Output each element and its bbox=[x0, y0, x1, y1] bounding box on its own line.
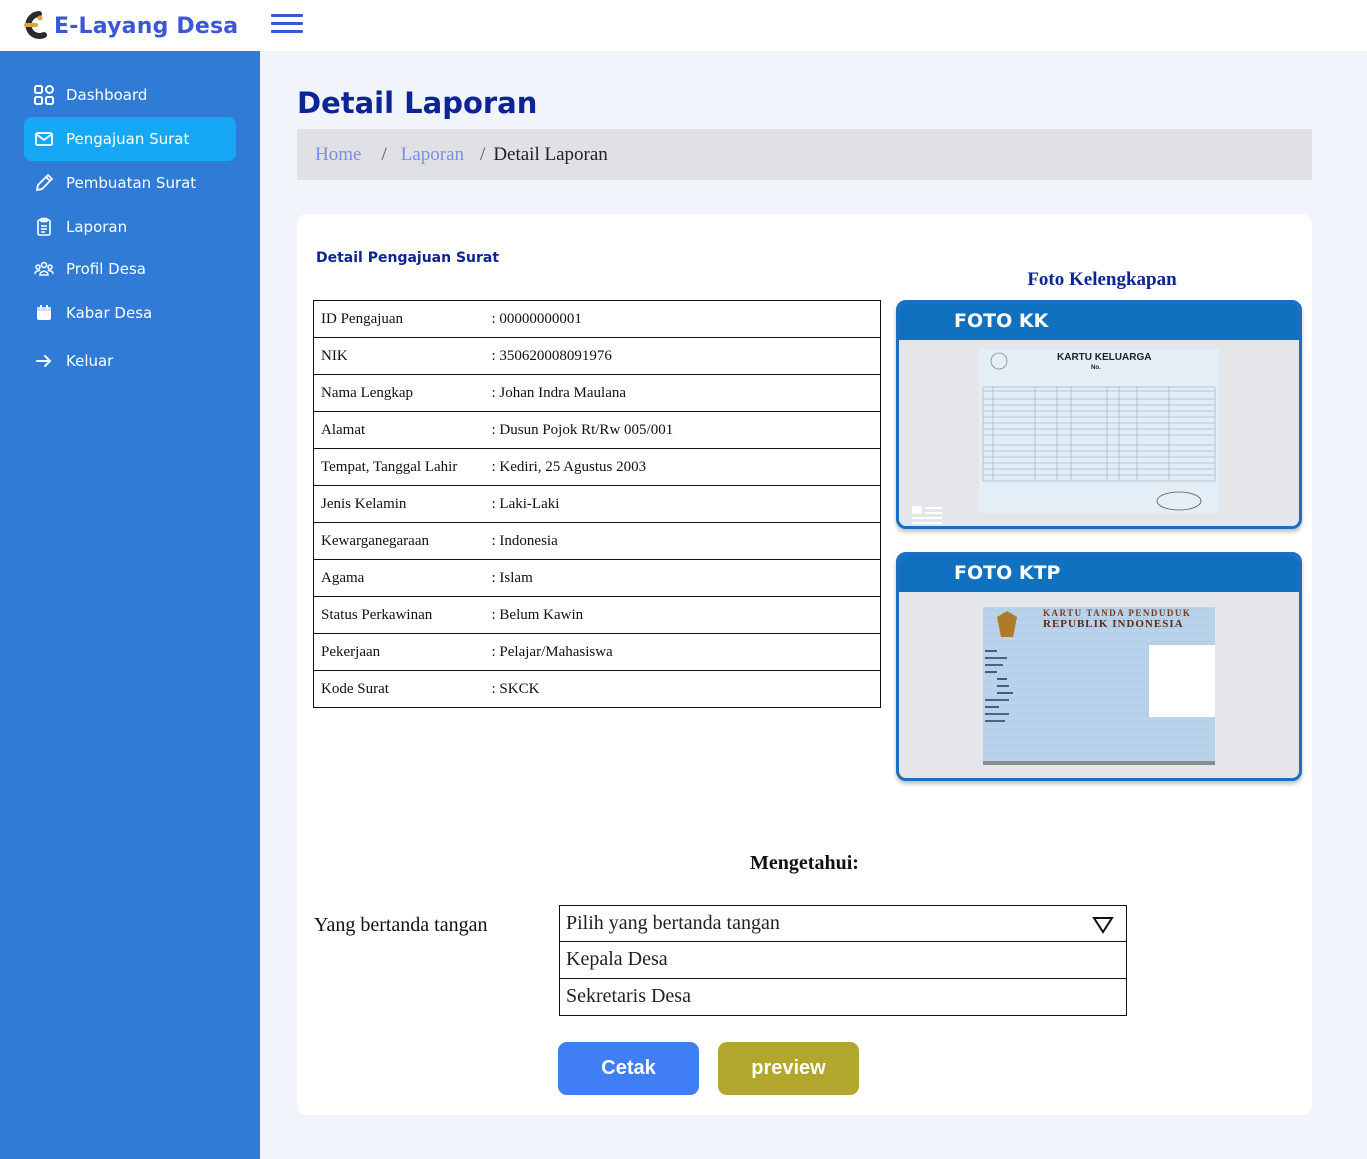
mengetahui-heading: Mengetahui: bbox=[750, 852, 859, 874]
field-label: Kewarganegaraan bbox=[313, 522, 492, 560]
field-label: Pekerjaan bbox=[313, 633, 492, 671]
table-row: Jenis Kelamin: Laki-Laki bbox=[313, 485, 881, 523]
sidebar-item-kabar-desa[interactable]: Kabar Desa bbox=[24, 291, 236, 335]
brand[interactable]: E-Layang Desa bbox=[22, 10, 238, 42]
breadcrumb-separator: / bbox=[381, 143, 387, 165]
table-row: ID Pengajuan: 00000000001 bbox=[313, 300, 881, 338]
table-row: Status Perkawinan: Belum Kawin bbox=[313, 596, 881, 634]
field-value: : Laki-Laki bbox=[491, 485, 881, 523]
clipboard-icon bbox=[34, 217, 54, 237]
field-value: : Pelajar/Mahasiswa bbox=[491, 633, 881, 671]
page-title: Detail Laporan bbox=[297, 86, 538, 120]
sidebar-item-pembuatan-surat[interactable]: Pembuatan Surat bbox=[24, 161, 236, 205]
field-label: Jenis Kelamin bbox=[313, 485, 492, 523]
field-value: : 00000000001 bbox=[491, 300, 881, 338]
sidebar-item-pengajuan-surat[interactable]: Pengajuan Surat bbox=[24, 117, 236, 161]
sidebar-item-label: Kabar Desa bbox=[66, 304, 153, 322]
ktp-doc-title-2: REPUBLIK INDONESIA bbox=[1043, 618, 1184, 630]
image-gallery-icon bbox=[912, 506, 942, 524]
field-value: : SKCK bbox=[491, 670, 881, 708]
table-row: Kewarganegaraan: Indonesia bbox=[313, 522, 881, 560]
top-bar: E-Layang Desa bbox=[0, 0, 1367, 51]
breadcrumb: Home / Laporan / Detail Laporan bbox=[297, 129, 1312, 180]
field-label: ID Pengajuan bbox=[313, 300, 492, 338]
detail-card: Detail Pengajuan Surat ID Pengajuan: 000… bbox=[297, 214, 1312, 1115]
field-label: Kode Surat bbox=[313, 670, 492, 708]
people-icon bbox=[34, 259, 54, 279]
cetak-button[interactable]: Cetak bbox=[558, 1042, 699, 1095]
sidebar-item-keluar[interactable]: Keluar bbox=[24, 339, 236, 383]
sidebar: Dashboard Pengajuan Surat Pembuatan Sura… bbox=[0, 51, 260, 1159]
foto-kk-card[interactable]: FOTO KK KARTU KELUARGA No. bbox=[896, 300, 1302, 529]
calendar-icon bbox=[34, 303, 54, 323]
field-label: Nama Lengkap bbox=[313, 374, 492, 412]
sidebar-item-label: Pembuatan Surat bbox=[66, 174, 197, 192]
signer-option-kepala-desa[interactable]: Kepala Desa bbox=[559, 942, 1127, 979]
table-row: Tempat, Tanggal Lahir: Kediri, 25 Agustu… bbox=[313, 448, 881, 486]
breadcrumb-current: Detail Laporan bbox=[493, 143, 608, 165]
breadcrumb-laporan-link[interactable]: Laporan bbox=[401, 144, 464, 166]
field-value: : Dusun Pojok Rt/Rw 005/001 bbox=[491, 411, 881, 449]
sidebar-item-profil-desa[interactable]: Profil Desa bbox=[24, 247, 236, 291]
detail-table: ID Pengajuan: 00000000001 NIK: 3506200080… bbox=[313, 300, 881, 708]
sidebar-item-label: Pengajuan Surat bbox=[66, 130, 190, 148]
table-row: Pekerjaan: Pelajar/Mahasiswa bbox=[313, 633, 881, 671]
field-label: Status Perkawinan bbox=[313, 596, 492, 634]
kk-doc-title: KARTU KELUARGA bbox=[1057, 352, 1151, 363]
table-row: Nama Lengkap: Johan Indra Maulana bbox=[313, 374, 881, 412]
table-row: NIK: 350620008091976 bbox=[313, 337, 881, 375]
kk-document-image[interactable]: KARTU KELUARGA No. bbox=[979, 349, 1219, 513]
arrow-right-icon bbox=[34, 351, 54, 371]
field-value: : Kediri, 25 Agustus 2003 bbox=[491, 448, 881, 486]
pencil-icon bbox=[34, 173, 54, 193]
field-label: Tempat, Tanggal Lahir bbox=[313, 448, 492, 486]
signer-select[interactable]: Pilih yang bertanda tangan Kepala Desa S… bbox=[559, 905, 1127, 1016]
foto-ktp-label: FOTO KTP bbox=[899, 555, 1299, 592]
table-row: Alamat: Dusun Pojok Rt/Rw 005/001 bbox=[313, 411, 881, 449]
menu-toggle-icon[interactable] bbox=[271, 14, 303, 36]
field-value: : Belum Kawin bbox=[491, 596, 881, 634]
sidebar-item-laporan[interactable]: Laporan bbox=[24, 205, 236, 249]
sidebar-item-dashboard[interactable]: Dashboard bbox=[24, 73, 236, 117]
table-row: Agama: Islam bbox=[313, 559, 881, 597]
triangle-down-icon bbox=[1092, 917, 1114, 934]
field-value: : Islam bbox=[491, 559, 881, 597]
kk-doc-no: No. bbox=[1091, 365, 1101, 371]
sidebar-item-label: Profil Desa bbox=[66, 260, 146, 278]
field-value: : Johan Indra Maulana bbox=[491, 374, 881, 412]
sidebar-item-label: Keluar bbox=[66, 352, 114, 370]
dashboard-icon bbox=[34, 85, 54, 105]
brand-logo-icon bbox=[24, 11, 47, 39]
field-label: Agama bbox=[313, 559, 492, 597]
field-value: : Indonesia bbox=[491, 522, 881, 560]
preview-button[interactable]: preview bbox=[718, 1042, 859, 1095]
foto-ktp-card[interactable]: FOTO KTP KARTU TANDA PENDUDUK REPUBLIK I… bbox=[896, 552, 1302, 781]
foto-heading: Foto Kelengkapan bbox=[1027, 269, 1177, 290]
sidebar-item-label: Laporan bbox=[66, 218, 128, 236]
ktp-document-image[interactable]: KARTU TANDA PENDUDUK REPUBLIK INDONESIA bbox=[983, 607, 1215, 765]
signer-option-sekretaris-desa[interactable]: Sekretaris Desa bbox=[559, 979, 1127, 1016]
foto-kk-label: FOTO KK bbox=[899, 303, 1299, 340]
table-row: Kode Surat: SKCK bbox=[313, 670, 881, 708]
field-value: : 350620008091976 bbox=[491, 337, 881, 375]
breadcrumb-separator: / bbox=[480, 143, 486, 165]
sidebar-item-label: Dashboard bbox=[66, 86, 148, 104]
mail-icon bbox=[34, 129, 54, 149]
brand-name: E-Layang Desa bbox=[54, 13, 239, 39]
breadcrumb-home-link[interactable]: Home bbox=[315, 144, 361, 166]
section-title: Detail Pengajuan Surat bbox=[316, 250, 500, 266]
field-label: NIK bbox=[313, 337, 492, 375]
field-label: Alamat bbox=[313, 411, 492, 449]
signer-label: Yang bertanda tangan bbox=[314, 914, 488, 936]
signer-select-placeholder[interactable]: Pilih yang bertanda tangan bbox=[559, 905, 1127, 942]
signer-placeholder-text: Pilih yang bertanda tangan bbox=[566, 912, 780, 934]
ktp-doc-title-1: KARTU TANDA PENDUDUK bbox=[1043, 608, 1191, 618]
